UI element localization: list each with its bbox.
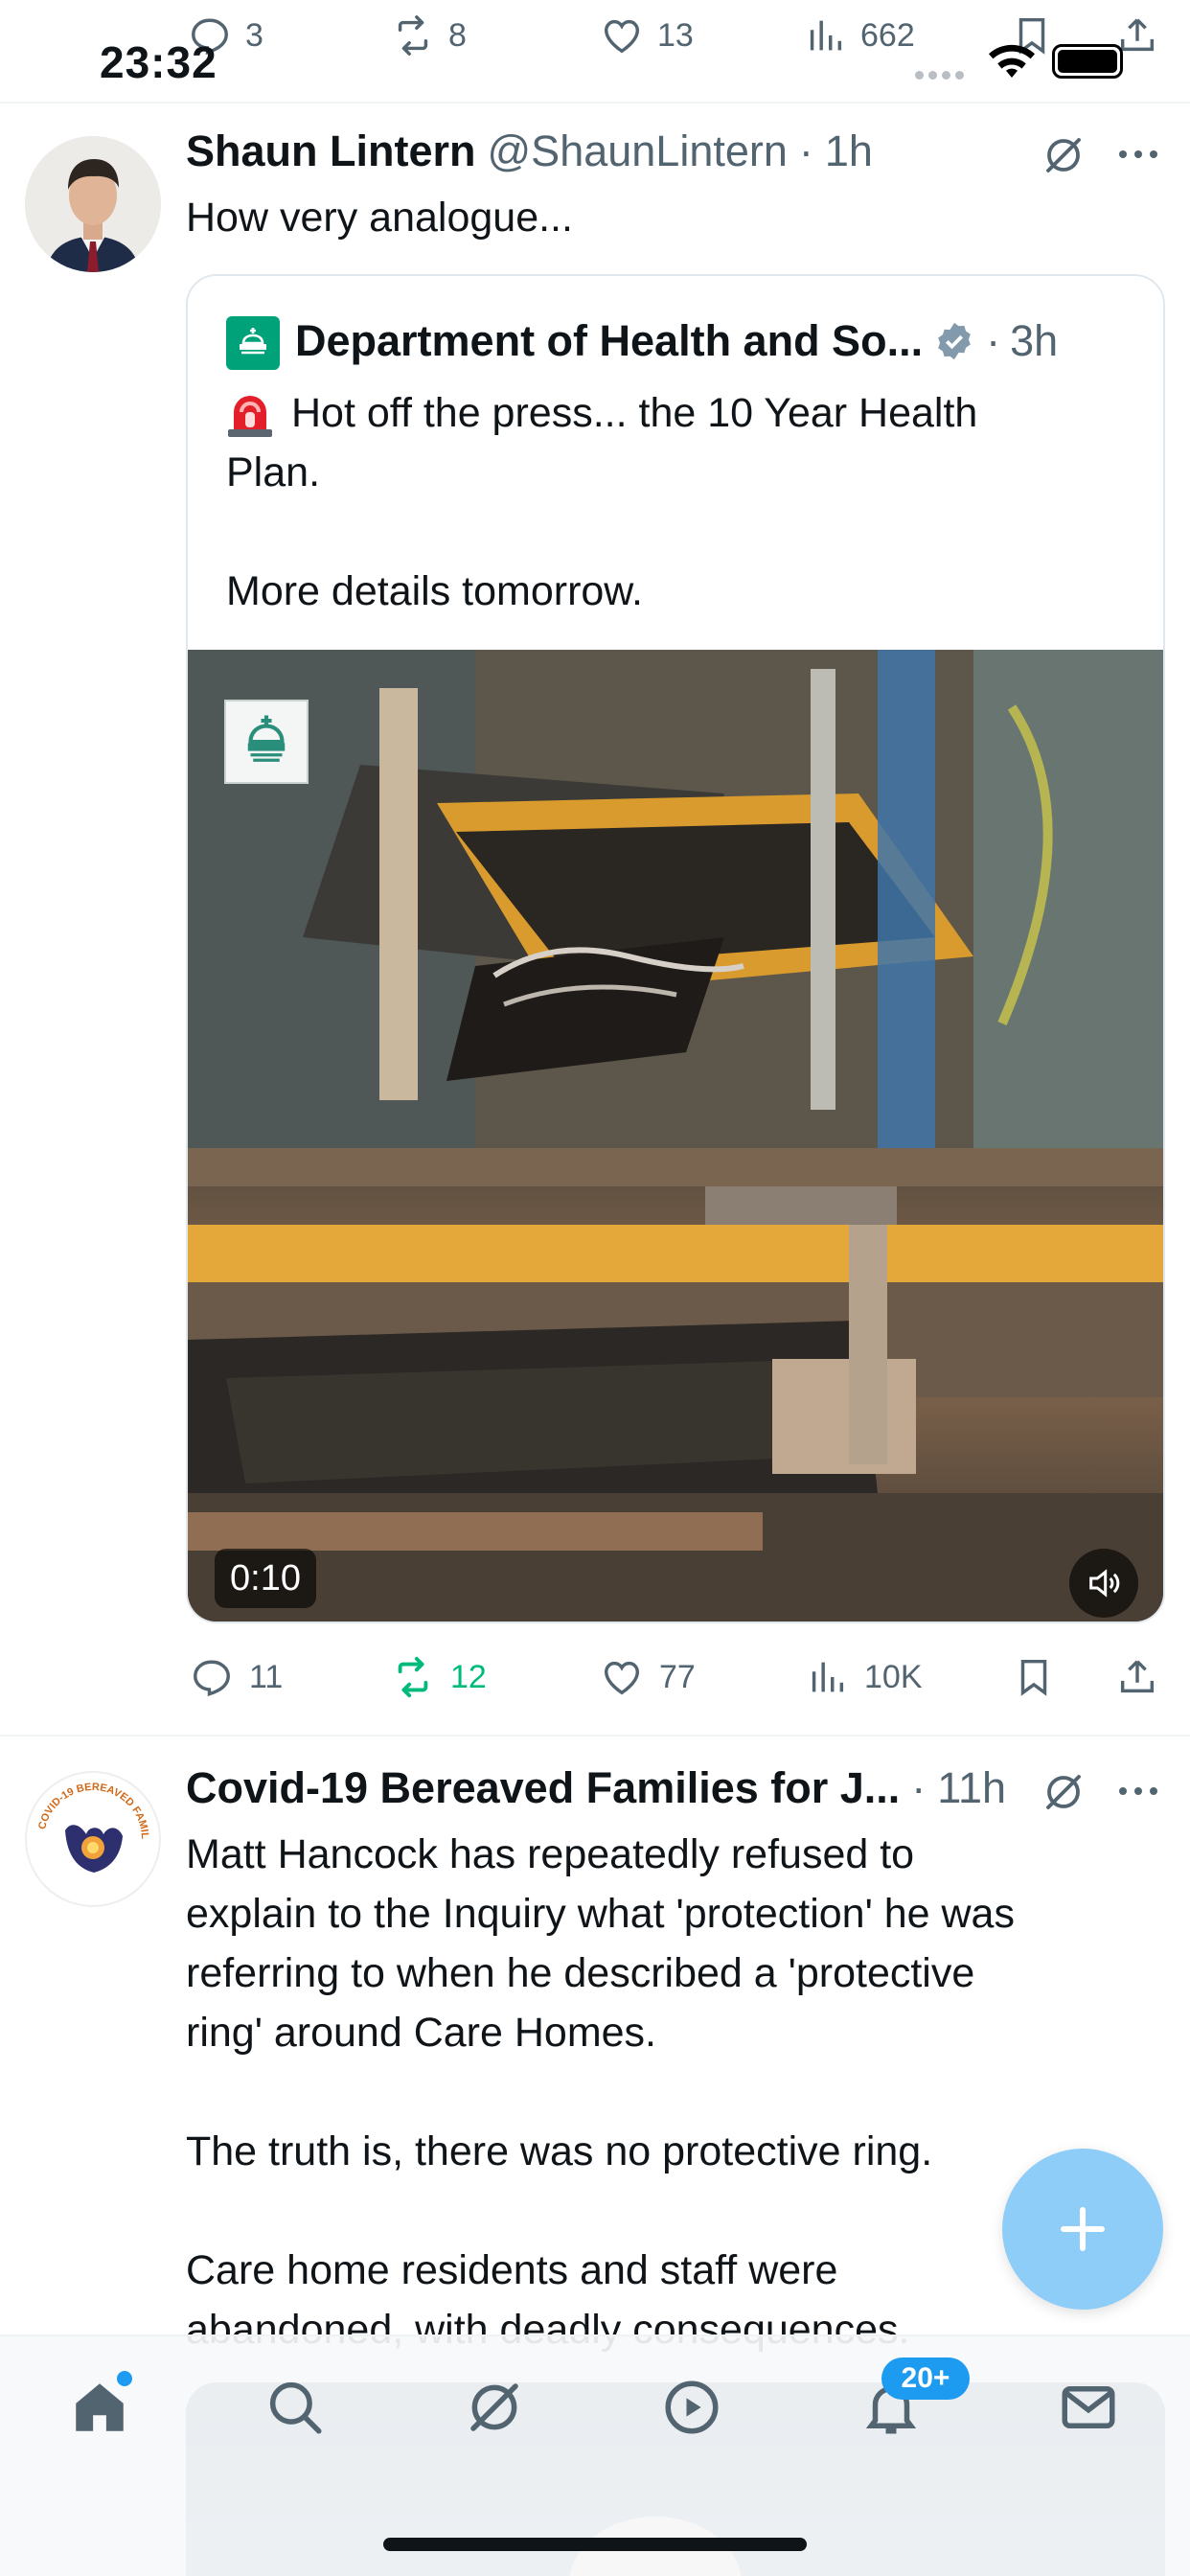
prev-like-button[interactable]: 13	[600, 13, 694, 58]
play-circle-icon	[660, 2376, 723, 2439]
reply-icon	[190, 1655, 234, 1699]
tweet-text: Matt Hancock has repeatedly refused to e…	[186, 1825, 1015, 2359]
tab-home[interactable]	[61, 2369, 138, 2446]
quoted-avatar	[226, 316, 280, 370]
quoted-time: 3h	[1010, 316, 1059, 365]
grok-icon	[463, 2376, 526, 2439]
status-time: 23:32	[100, 37, 217, 87]
heart-icon	[600, 1655, 644, 1699]
repost-count: 12	[450, 1658, 487, 1695]
tweet-text-line: Matt Hancock has repeatedly refused to	[186, 1831, 915, 1877]
separator-dot: ·	[798, 126, 813, 175]
search-icon	[263, 2376, 327, 2439]
tweet-text: How very analogue...	[186, 195, 573, 241]
share-button[interactable]	[1115, 1655, 1159, 1699]
quoted-text-line1: Hot off the press... the 10 Year Health	[291, 390, 978, 436]
views-count: 10K	[864, 1658, 923, 1695]
heart-icon	[600, 13, 644, 58]
tweet-text-line: explain to the Inquiry what 'protection'…	[186, 1891, 1015, 1937]
tab-search[interactable]	[257, 2369, 333, 2446]
prev-like-count: 13	[657, 16, 694, 54]
tab-video[interactable]	[653, 2369, 730, 2446]
like-button[interactable]: 77	[600, 1655, 696, 1699]
notifications-badge: 20+	[881, 2358, 970, 2400]
home-unread-dot	[117, 2371, 132, 2386]
quoted-text-line3: More details tomorrow.	[226, 568, 643, 614]
tweet-actions: 11 12 77 10K	[0, 1650, 1190, 1704]
cellular-signal-icon	[915, 71, 964, 80]
tab-notifications[interactable]: 20+	[853, 2358, 970, 2446]
video-duration: 0:10	[215, 1549, 316, 1608]
tweet-text-line: referring to when he described a 'protec…	[186, 1950, 975, 1996]
repost-button[interactable]: 12	[391, 1655, 487, 1699]
top-bar: 23:32 3 8 13 662	[0, 0, 1190, 104]
tweet-text-line: Care home residents and staff were	[186, 2247, 838, 2293]
prev-views-count: 662	[860, 16, 915, 54]
repost-icon	[391, 13, 435, 58]
like-count: 77	[659, 1658, 696, 1695]
wifi-icon	[987, 42, 1037, 80]
tweet-time[interactable]: 1h	[825, 126, 873, 176]
grok-icon[interactable]	[1041, 132, 1087, 178]
prev-views-button[interactable]: 662	[803, 13, 915, 58]
divider	[0, 1735, 1190, 1736]
tweet-text-line: The truth is, there was no protective ri…	[186, 2128, 933, 2174]
verified-badge-icon	[932, 319, 976, 363]
avatar[interactable]	[25, 136, 161, 272]
siren-emoji-icon	[226, 387, 274, 439]
bookmark-icon	[1012, 1655, 1056, 1699]
reply-count: 11	[249, 1658, 284, 1695]
quoted-tweet-card[interactable]: Department of Health and So... · 3h Hot …	[186, 274, 1165, 1623]
tweet-text-line: ring' around Care Homes.	[186, 2010, 656, 2056]
separator-dot: ·	[986, 316, 1001, 365]
prev-reply-count: 3	[245, 16, 263, 54]
author-handle[interactable]: @ShaunLintern	[488, 126, 788, 176]
plus-icon	[1054, 2200, 1111, 2258]
repost-icon	[391, 1655, 435, 1699]
more-options-icon[interactable]	[1115, 1777, 1161, 1806]
prev-repost-count: 8	[448, 16, 467, 54]
views-button[interactable]: 10K	[805, 1655, 923, 1699]
reply-button[interactable]: 11	[190, 1655, 283, 1699]
views-icon	[803, 13, 847, 58]
separator-dot: ·	[911, 1763, 927, 1812]
bookmark-button[interactable]	[1012, 1655, 1056, 1699]
quoted-author-name: Department of Health and So...	[295, 316, 924, 365]
mail-icon	[1057, 2376, 1120, 2439]
share-icon	[1115, 1655, 1159, 1699]
tab-messages[interactable]	[1050, 2369, 1127, 2446]
quoted-text-line2: Plan.	[226, 449, 321, 495]
dhsc-logo-icon	[224, 700, 309, 784]
views-icon	[805, 1655, 849, 1699]
more-options-icon[interactable]	[1115, 140, 1161, 169]
home-indicator	[383, 2538, 807, 2551]
speaker-icon	[1085, 1564, 1123, 1602]
grok-icon[interactable]	[1041, 1769, 1087, 1815]
video-player[interactable]: 0:10	[188, 650, 1163, 1622]
avatar[interactable]: COVID-19 BEREAVED FAMILIES FOR JUSTICE	[25, 1771, 161, 1907]
tab-grok[interactable]	[456, 2369, 533, 2446]
mute-button[interactable]	[1069, 1549, 1138, 1618]
prev-repost-button[interactable]: 8	[391, 13, 467, 58]
compose-button[interactable]	[1002, 2149, 1163, 2310]
tweet-time[interactable]: 11h	[937, 1763, 1006, 1813]
author-name[interactable]: Shaun Lintern	[186, 126, 476, 176]
author-name[interactable]: Covid-19 Bereaved Families for J...	[186, 1763, 900, 1813]
video-frame	[188, 650, 1163, 1622]
battery-icon	[1052, 44, 1123, 79]
